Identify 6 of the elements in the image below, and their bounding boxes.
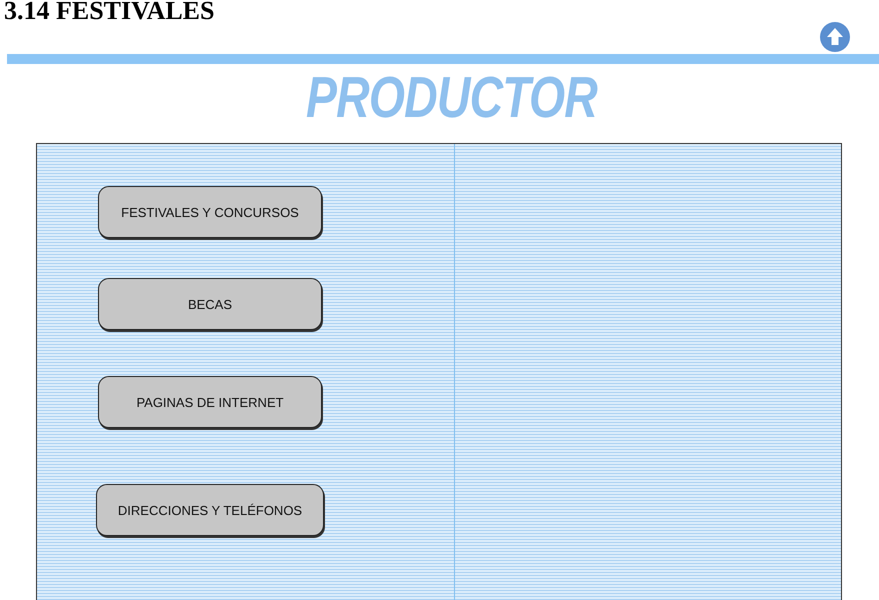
menu-button[interactable]: DIRECCIONES Y TELÉFONOS (96, 484, 324, 536)
section-heading: 3.14 FESTIVALES (3, 0, 214, 22)
menu-button[interactable]: FESTIVALES Y CONCURSOS (98, 186, 322, 238)
banner-title: PRODUCTOR (306, 65, 597, 130)
menu-button[interactable]: PAGINAS DE INTERNET (98, 376, 322, 428)
menu-button[interactable]: BECAS (98, 278, 322, 330)
